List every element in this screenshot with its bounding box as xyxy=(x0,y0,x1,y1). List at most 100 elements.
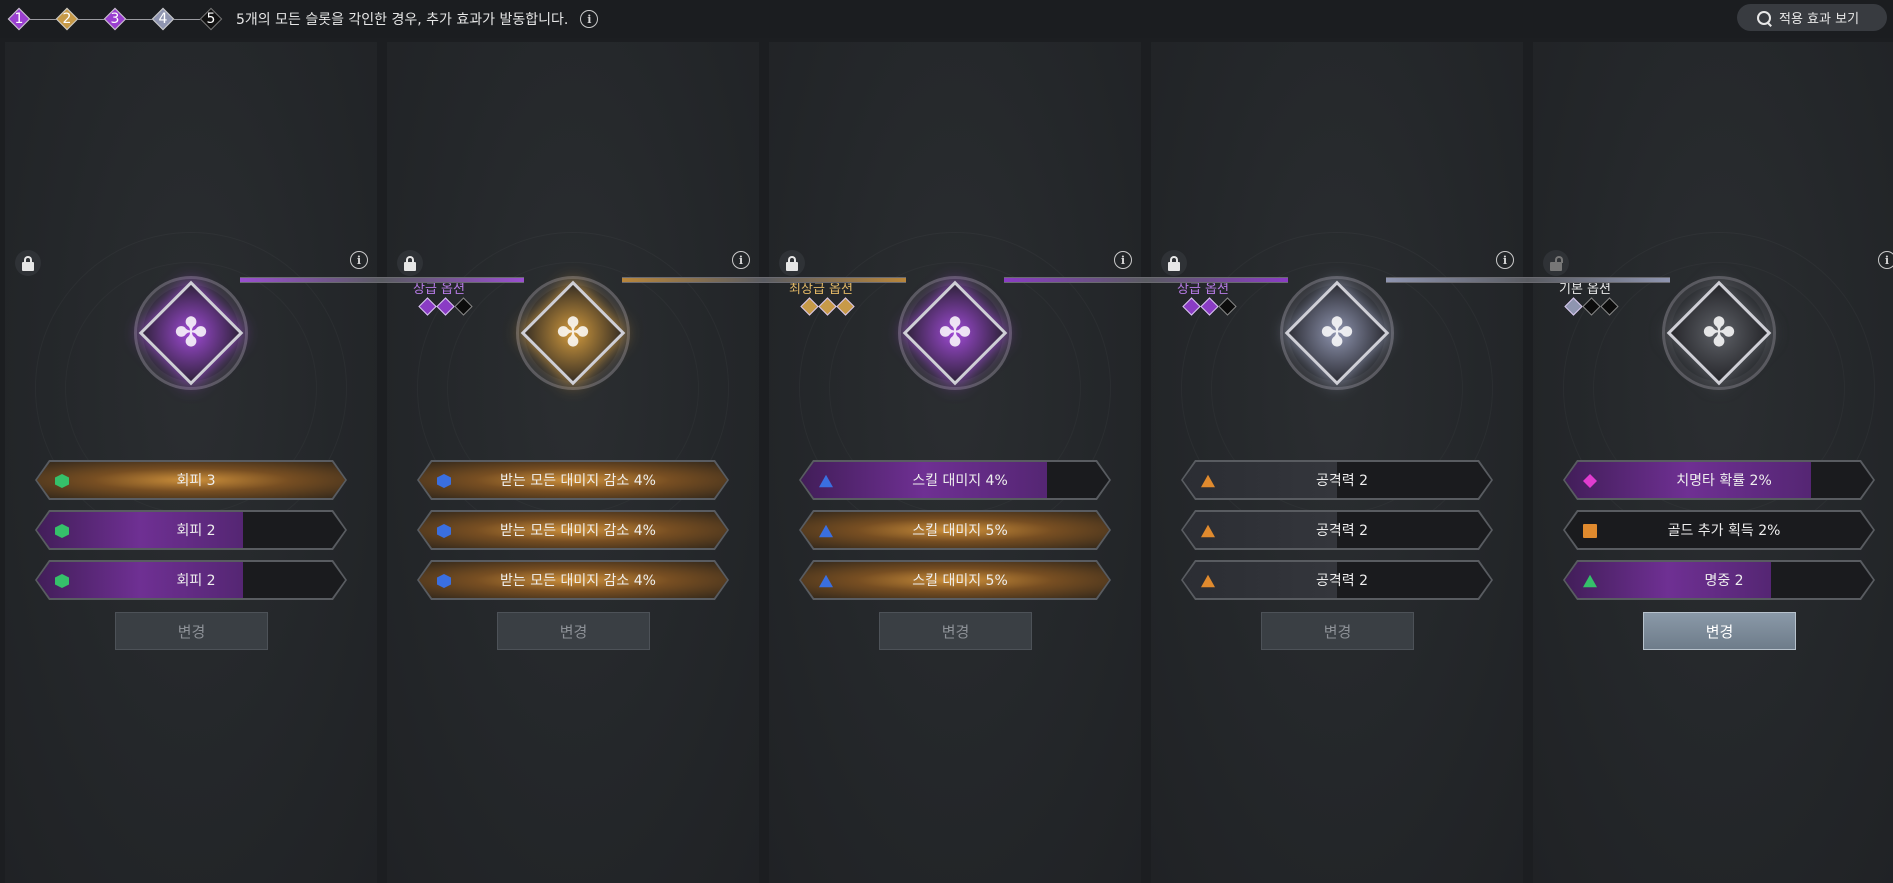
option-row[interactable]: 공격력 2 xyxy=(1181,460,1493,500)
lock-icon[interactable] xyxy=(1161,250,1187,276)
option-row-body: 받는 모든 대미지 감소 4% xyxy=(419,562,727,598)
option-row[interactable]: 회피 2 xyxy=(35,510,347,550)
slot-connector-line xyxy=(622,277,906,283)
engraving-emblem[interactable]: ✤ xyxy=(896,274,1014,392)
info-icon[interactable]: i xyxy=(1114,251,1132,269)
step-5[interactable]: 5 xyxy=(199,7,223,31)
change-button[interactable]: 변경 xyxy=(497,612,650,650)
option-row[interactable]: 공격력 2 xyxy=(1181,560,1493,600)
change-button[interactable]: 변경 xyxy=(1643,612,1796,650)
step-4[interactable]: 4 xyxy=(151,7,175,31)
option-label: 회피 3 xyxy=(176,473,216,489)
option-row[interactable]: 스킬 대미지 5% xyxy=(799,510,1111,550)
step-number: 5 xyxy=(206,11,216,27)
engraving-emblem[interactable]: ✤ xyxy=(1278,274,1396,392)
option-label: 스킬 대미지 5% xyxy=(912,573,1008,589)
lock-icon[interactable] xyxy=(1543,250,1569,276)
view-effects-button[interactable]: 적용 효과 보기 xyxy=(1737,4,1887,31)
lock-icon[interactable] xyxy=(15,250,41,276)
option-label: 골드 추가 획득 2% xyxy=(1667,523,1781,539)
option-row-body: 회피 2 xyxy=(37,512,345,548)
option-row-body: 공격력 2 xyxy=(1183,562,1491,598)
tier-gem-icon xyxy=(818,297,837,316)
engraving-emblem[interactable]: ✤ xyxy=(514,274,632,392)
step-2[interactable]: 2 xyxy=(55,7,79,31)
step-number: 4 xyxy=(158,11,168,27)
celtic-knot-icon: ✤ xyxy=(174,310,208,356)
option-label: 치명타 확률 2% xyxy=(1676,473,1772,489)
option-row[interactable]: 스킬 대미지 4% xyxy=(799,460,1111,500)
celtic-knot-icon: ✤ xyxy=(938,310,972,356)
option-label: 스킬 대미지 5% xyxy=(912,523,1008,539)
tier-gem-icon xyxy=(836,297,855,316)
option-row-body: 스킬 대미지 5% xyxy=(801,512,1109,548)
info-icon[interactable]: i xyxy=(350,251,368,269)
slot-connector-line xyxy=(240,277,524,283)
tier-gem-row xyxy=(800,297,855,316)
slot-panel-4: i 상급 옵션 ✤ 공격력 2 공격력 2 공격력 2 변경 xyxy=(1151,42,1523,883)
option-label: 받는 모든 대미지 감소 4% xyxy=(500,523,656,539)
option-row-body: 공격력 2 xyxy=(1183,462,1491,498)
option-label: 공격력 2 xyxy=(1316,523,1368,539)
info-icon[interactable]: i xyxy=(1878,251,1893,269)
info-icon[interactable]: i xyxy=(732,251,750,269)
tier-gem-icon xyxy=(1564,297,1583,316)
option-label: 받는 모든 대미지 감소 4% xyxy=(500,473,656,489)
slot-progress: 1 2 3 4 5 xyxy=(7,7,223,31)
set-bonus-notice: 5개의 모든 슬롯을 각인한 경우, 추가 효과가 발동합니다. xyxy=(236,12,569,28)
tier-gem-icon xyxy=(418,297,437,316)
tier-gem-icon xyxy=(436,297,455,316)
option-row-body: 스킬 대미지 5% xyxy=(801,562,1109,598)
option-row[interactable]: 스킬 대미지 5% xyxy=(799,560,1111,600)
change-button[interactable]: 변경 xyxy=(115,612,268,650)
celtic-knot-icon: ✤ xyxy=(1702,310,1736,356)
option-row-body: 받는 모든 대미지 감소 4% xyxy=(419,512,727,548)
engraving-emblem[interactable]: ✤ xyxy=(132,274,250,392)
option-label: 스킬 대미지 4% xyxy=(912,473,1008,489)
change-button[interactable]: 변경 xyxy=(1261,612,1414,650)
tier-gem-icon xyxy=(1218,297,1237,316)
option-row-body: 치명타 확률 2% xyxy=(1565,462,1873,498)
option-row-body: 명중 2 xyxy=(1565,562,1873,598)
option-row[interactable]: 명중 2 xyxy=(1563,560,1875,600)
tier-gem-icon xyxy=(1600,297,1619,316)
tier-gem-row xyxy=(1564,297,1619,316)
option-row[interactable]: 공격력 2 xyxy=(1181,510,1493,550)
tier-gem-row xyxy=(1182,297,1237,316)
option-row[interactable]: 회피 3 xyxy=(35,460,347,500)
step-3[interactable]: 3 xyxy=(103,7,127,31)
option-row-body: 스킬 대미지 4% xyxy=(801,462,1109,498)
change-button[interactable]: 변경 xyxy=(879,612,1032,650)
option-row[interactable]: 치명타 확률 2% xyxy=(1563,460,1875,500)
info-icon[interactable]: i xyxy=(580,10,599,28)
option-row[interactable]: 받는 모든 대미지 감소 4% xyxy=(417,510,729,550)
search-icon xyxy=(1757,10,1771,25)
tier-gem-icon xyxy=(454,297,473,316)
step-connector xyxy=(174,18,200,20)
info-icon[interactable]: i xyxy=(1496,251,1514,269)
step-connector xyxy=(78,18,104,20)
option-row[interactable]: 골드 추가 획득 2% xyxy=(1563,510,1875,550)
slot-panel-3: i 최상급 옵션 ✤ 스킬 대미지 4% 스킬 대미지 5% 스킬 대미지 5% 변경 xyxy=(769,42,1141,883)
option-row-body: 공격력 2 xyxy=(1183,512,1491,548)
lock-icon[interactable] xyxy=(779,250,805,276)
step-connector xyxy=(30,18,56,20)
step-number: 2 xyxy=(62,11,72,27)
slot-panel-2: i 상급 옵션 ✤ 받는 모든 대미지 감소 4% 받는 모든 대미지 감소 4% 받는 … xyxy=(387,42,759,883)
option-row-body: 회피 2 xyxy=(37,562,345,598)
tier-gem-icon xyxy=(1182,297,1201,316)
lock-icon[interactable] xyxy=(397,250,423,276)
option-label: 공격력 2 xyxy=(1316,473,1368,489)
option-row[interactable]: 받는 모든 대미지 감소 4% xyxy=(417,560,729,600)
top-bar: 1 2 3 4 5 5개의 모든 슬롯을 각인한 경우, 추가 효과가 발동합니… xyxy=(0,0,1893,38)
step-connector xyxy=(126,18,152,20)
step-1[interactable]: 1 xyxy=(7,7,31,31)
celtic-knot-icon: ✤ xyxy=(556,310,590,356)
option-label: 회피 2 xyxy=(176,523,216,539)
option-row[interactable]: 회피 2 xyxy=(35,560,347,600)
option-row[interactable]: 받는 모든 대미지 감소 4% xyxy=(417,460,729,500)
slot-panel-5: i 기본 옵션 ✤ 치명타 확률 2% 골드 추가 획득 2% 명중 2 변경 xyxy=(1533,42,1893,883)
option-label: 명중 2 xyxy=(1704,573,1744,589)
view-effects-label: 적용 효과 보기 xyxy=(1779,12,1860,27)
engraving-emblem[interactable]: ✤ xyxy=(1660,274,1778,392)
